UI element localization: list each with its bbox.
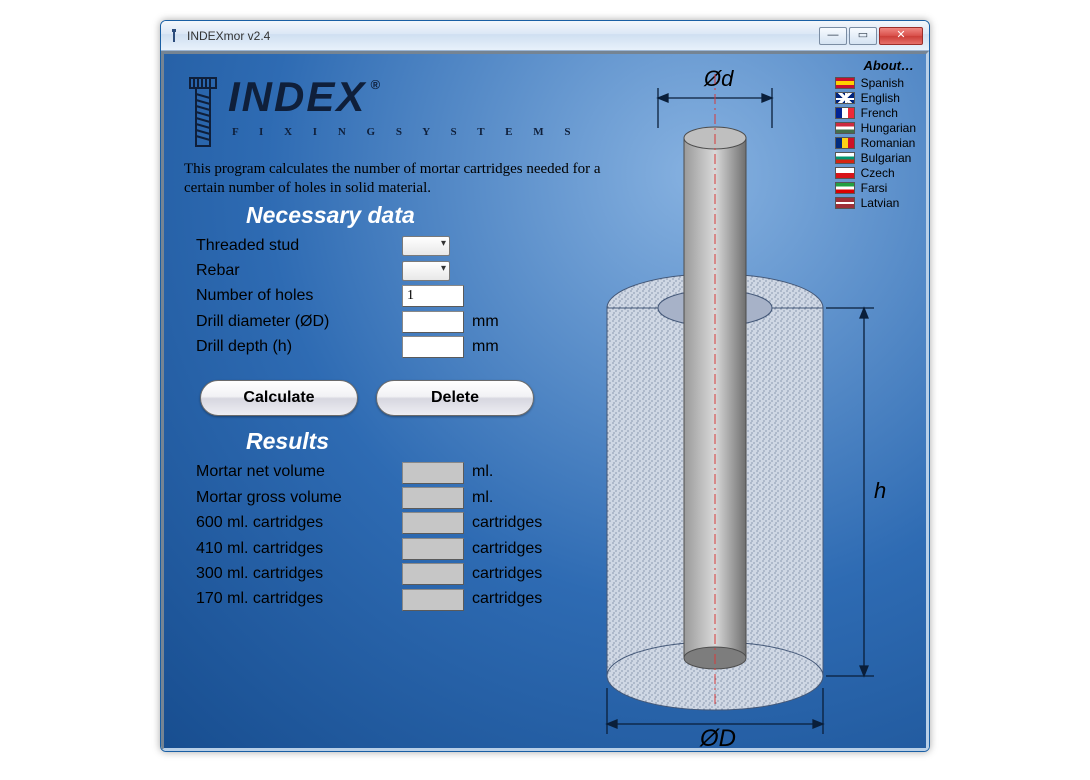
minimize-button[interactable]: —: [819, 27, 847, 45]
label-holes: Number of holes: [196, 285, 402, 307]
result-unit: ml.: [472, 487, 493, 509]
titlebar: INDEXmor v2.4 — ▭ ✕: [161, 21, 929, 51]
logo-tagline: F I X I N G S Y S T E M S: [232, 125, 579, 140]
app-icon: [167, 29, 181, 43]
threaded-stud-select[interactable]: [402, 236, 450, 256]
label-rebar: Rebar: [196, 260, 402, 282]
intro-text: This program calculates the number of mo…: [184, 160, 639, 198]
result-value: [402, 512, 464, 534]
result-label: Mortar net volume: [196, 461, 402, 483]
diagram: Ød ØD: [594, 68, 916, 748]
result-unit: ml.: [472, 461, 493, 483]
result-label: Mortar gross volume: [196, 487, 402, 509]
label-diameter: Drill diameter (ØD): [196, 311, 402, 333]
result-value: [402, 563, 464, 585]
calculate-button[interactable]: Calculate: [200, 380, 358, 416]
result-unit: cartridges: [472, 563, 542, 585]
diameter-input[interactable]: [402, 311, 464, 333]
diagram-d-small-label: Ød: [703, 68, 734, 91]
client-area: About… Spanish English French Hungarian …: [161, 51, 929, 751]
result-label: 600 ml. cartridges: [196, 512, 402, 534]
unit-mm: mm: [472, 336, 499, 358]
result-label: 300 ml. cartridges: [196, 563, 402, 585]
window-title: INDEXmor v2.4: [187, 29, 819, 43]
result-unit: cartridges: [472, 512, 542, 534]
unit-mm: mm: [472, 311, 499, 333]
result-value: [402, 487, 464, 509]
window-buttons: — ▭ ✕: [819, 27, 923, 45]
result-value: [402, 589, 464, 611]
close-button[interactable]: ✕: [879, 27, 923, 45]
result-unit: cartridges: [472, 588, 542, 610]
depth-input[interactable]: [402, 336, 464, 358]
result-label: 410 ml. cartridges: [196, 538, 402, 560]
result-label: 170 ml. cartridges: [196, 588, 402, 610]
label-threaded-stud: Threaded stud: [196, 235, 402, 257]
rebar-select[interactable]: [402, 261, 450, 281]
diagram-h-label: h: [874, 478, 886, 503]
bolt-icon: [184, 76, 222, 150]
maximize-button[interactable]: ▭: [849, 27, 877, 45]
result-unit: cartridges: [472, 538, 542, 560]
holes-input[interactable]: [402, 285, 464, 307]
app-window: INDEXmor v2.4 — ▭ ✕ About… Spanish Engli…: [160, 20, 930, 752]
label-depth: Drill depth (h): [196, 336, 402, 358]
diagram-d-big-label: ØD: [699, 725, 736, 748]
result-value: [402, 462, 464, 484]
result-value: [402, 538, 464, 560]
logo-brand: INDEX®: [228, 76, 579, 119]
delete-button[interactable]: Delete: [376, 380, 534, 416]
